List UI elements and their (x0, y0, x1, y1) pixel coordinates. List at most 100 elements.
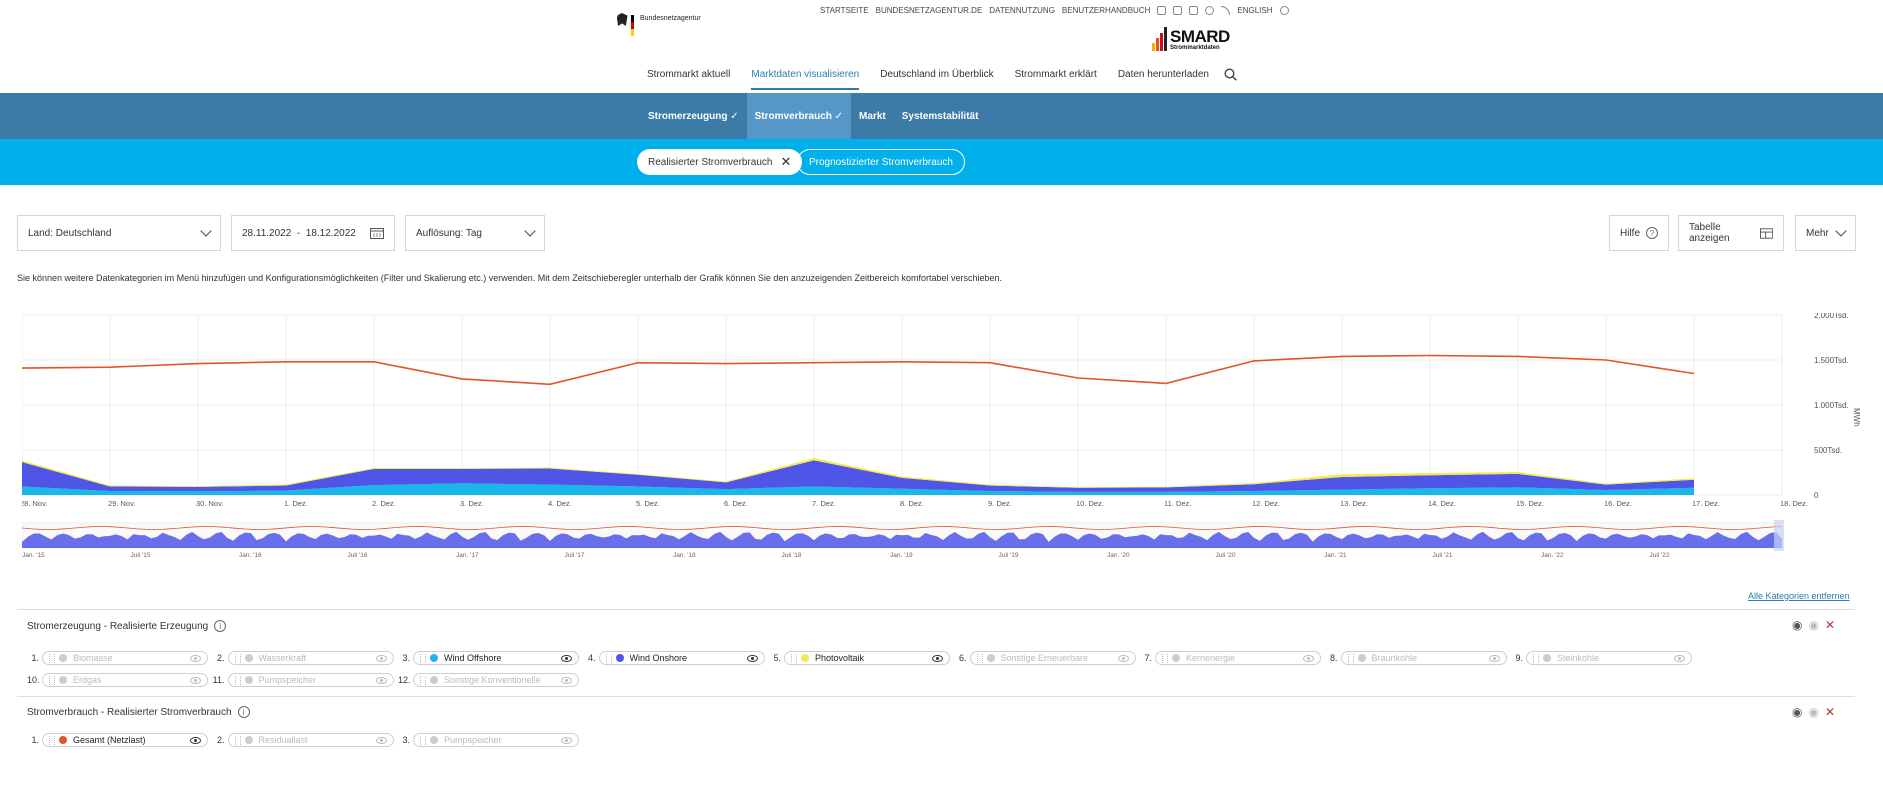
drag-handle-icon[interactable] (234, 675, 241, 685)
date-range-input[interactable]: 28.11.2022 - 18.12.2022 (231, 215, 395, 251)
nav-strommarkt-erklaert[interactable]: Strommarkt erklärt (1015, 69, 1097, 90)
easy-language-icon[interactable] (1189, 6, 1199, 15)
link-icon[interactable] (1205, 6, 1215, 15)
eye-icon[interactable] (375, 654, 387, 662)
drag-handle-icon[interactable] (49, 653, 55, 663)
category-pill[interactable]: Steinkohle (1526, 651, 1692, 665)
category-item: 12. Sonstige Konventionelle (398, 673, 579, 687)
category-pill[interactable]: Photovoltaik (784, 651, 950, 665)
eye-icon[interactable] (561, 736, 572, 744)
nav-daten-herunterladen[interactable]: Daten herunterladen (1118, 69, 1209, 90)
bundesnetzagentur-logo[interactable]: Bundesnetzagentur (613, 13, 701, 41)
drag-handle-icon[interactable] (1347, 653, 1354, 663)
navigator-label: Jan. '19 (890, 552, 913, 559)
close-icon[interactable]: ✕ (1825, 618, 1835, 632)
category-pill[interactable]: Residuallast (227, 733, 394, 747)
navigator-label: Jan. '20 (1107, 552, 1130, 559)
category-pill[interactable]: Biomasse (42, 651, 208, 665)
top-link-bundesnetzagentur[interactable]: BUNDESNETZAGENTUR.DE (876, 6, 983, 15)
chip-prognostizierter-stromverbrauch[interactable]: Prognostizierter Stromverbrauch (797, 149, 965, 175)
eye-icon[interactable] (1488, 654, 1500, 662)
y-tick-label: 0 (1814, 491, 1819, 500)
info-icon[interactable]: i (237, 706, 250, 718)
info-icon[interactable]: i (214, 620, 227, 632)
category-pill[interactable]: Pumpspeicher (413, 733, 579, 747)
eye-off-icon[interactable]: ◉ (1808, 705, 1818, 719)
category-label: Residuallast (258, 735, 308, 745)
top-link-startseite[interactable]: STARTSEITE (820, 6, 869, 15)
y-tick-label: 1.500Tsd. (1814, 356, 1849, 365)
category-item: 2. Residuallast (213, 733, 394, 747)
category-item: 9. Steinkohle (1511, 651, 1692, 665)
eye-icon[interactable]: ◉ (1792, 705, 1802, 719)
language-switch[interactable]: ENGLISH (1237, 6, 1272, 15)
nav-deutschland-im-ueberblick[interactable]: Deutschland im Überblick (880, 69, 993, 90)
subnav-markt[interactable]: Markt (851, 93, 894, 139)
drag-handle-icon[interactable] (791, 653, 797, 663)
nav-marktdaten-visualisieren[interactable]: Marktdaten visualisieren (751, 69, 860, 90)
land-select[interactable]: Land: Deutschland (17, 215, 221, 251)
drag-handle-icon[interactable] (976, 653, 983, 663)
resolution-select[interactable]: Auflösung: Tag (405, 215, 545, 251)
subnav-stromerzeugung[interactable]: Stromerzeugung ✓ (640, 93, 747, 139)
category-pill[interactable]: Sonstige Konventionelle (413, 673, 579, 687)
category-pill[interactable]: Braunkohle (1340, 651, 1507, 665)
eye-icon[interactable] (190, 676, 201, 684)
close-icon[interactable]: ✕ (781, 154, 792, 170)
drag-handle-icon[interactable] (605, 653, 612, 663)
remove-all-categories-link[interactable]: Alle Kategorien entfernen (1748, 591, 1850, 601)
drag-handle-icon[interactable] (234, 735, 241, 745)
help-button[interactable]: Hilfe? (1609, 215, 1669, 251)
eye-icon[interactable] (1117, 654, 1129, 662)
help-circle-icon: ? (1646, 227, 1658, 239)
top-link-benutzerhandbuch[interactable]: BENUTZERHANDBUCH (1062, 6, 1150, 15)
eye-icon[interactable] (561, 654, 572, 662)
eye-off-icon[interactable]: ◉ (1808, 618, 1818, 632)
chip-realisierter-stromverbrauch[interactable]: Realisierter Stromverbrauch ✕ (637, 149, 803, 175)
drag-handle-icon[interactable] (420, 653, 426, 663)
accessibility-icon[interactable] (1157, 6, 1167, 15)
eye-icon[interactable] (746, 654, 758, 662)
drag-handle-icon[interactable] (420, 675, 426, 685)
category-pill[interactable]: Erdgas (42, 673, 208, 687)
category-pill[interactable]: Wind Offshore (413, 651, 579, 665)
consumption-chart[interactable]: 0 500Tsd. 1.000Tsd. 1.500Tsd. 2.000Tsd. MWh 28… (22, 313, 1872, 563)
category-pill[interactable]: Sonstige Erneuerbare (969, 651, 1136, 665)
search-icon[interactable] (1224, 68, 1237, 81)
x-tick-label: 3. Dez. (460, 499, 484, 508)
drag-handle-icon[interactable] (420, 735, 426, 745)
x-tick-label: 1. Dez. (284, 499, 308, 508)
category-pill[interactable]: Gesamt (Netzlast) (42, 733, 208, 747)
eye-icon[interactable] (561, 676, 572, 684)
subnav-stromverbrauch[interactable]: Stromverbrauch ✓ (746, 93, 852, 139)
eye-icon[interactable]: ◉ (1792, 618, 1802, 632)
category-pill[interactable]: Wasserkraft (227, 651, 394, 665)
drag-handle-icon[interactable] (1162, 653, 1168, 663)
eye-icon[interactable] (190, 736, 201, 744)
eye-icon[interactable] (190, 654, 201, 662)
drag-handle-icon[interactable] (234, 653, 241, 663)
drag-handle-icon[interactable] (49, 675, 55, 685)
category-pill[interactable]: Pumpspeicher (227, 673, 394, 687)
eye-icon[interactable] (1303, 654, 1314, 662)
globe-icon[interactable] (1279, 6, 1289, 15)
show-table-button[interactable]: Tabelle anzeigen (1678, 215, 1784, 251)
sign-language-icon[interactable] (1173, 6, 1183, 15)
calendar-icon[interactable] (370, 227, 384, 239)
section-stromverbrauch: Stromverbrauch - Realisierter Stromverbr… (17, 696, 1855, 762)
more-menu[interactable]: Mehr (1795, 215, 1856, 251)
eye-icon[interactable] (1674, 654, 1685, 662)
drag-handle-icon[interactable] (49, 735, 55, 745)
eye-icon[interactable] (375, 736, 387, 744)
drag-handle-icon[interactable] (1533, 653, 1539, 663)
close-icon[interactable]: ✕ (1825, 705, 1835, 719)
smard-logo[interactable]: SMARD Strommarktdaten (1152, 27, 1230, 51)
top-link-datennutzung[interactable]: DATENNUTZUNG (989, 6, 1055, 15)
category-pill[interactable]: Kernenergie (1155, 651, 1321, 665)
rss-icon[interactable] (1221, 6, 1231, 15)
eye-icon[interactable] (375, 676, 387, 684)
nav-strommarkt-aktuell[interactable]: Strommarkt aktuell (647, 69, 730, 90)
category-pill[interactable]: Wind Onshore (598, 651, 765, 665)
subnav-systemstabilitaet[interactable]: Systemstabilität (894, 93, 987, 139)
eye-icon[interactable] (932, 654, 943, 662)
